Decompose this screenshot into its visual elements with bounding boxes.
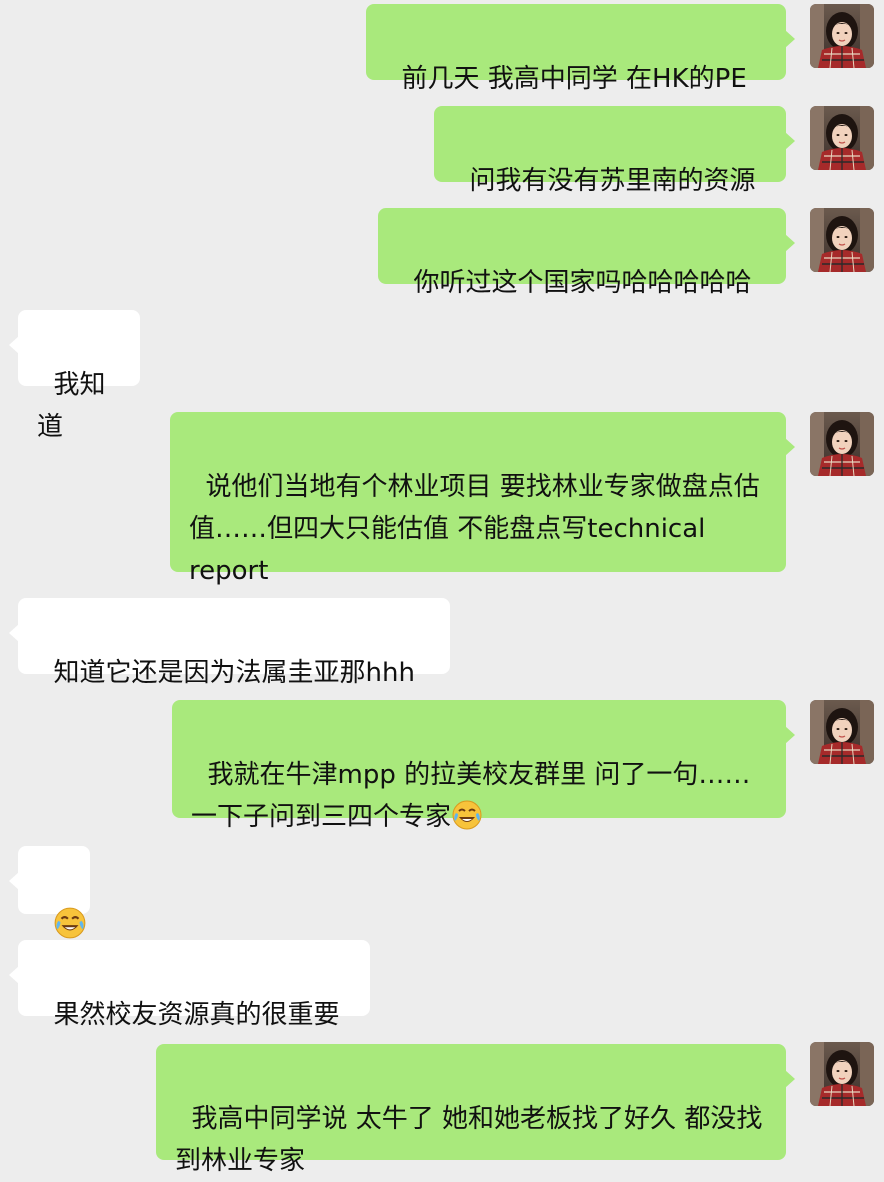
message-text: 你听过这个国家吗哈哈哈哈哈 <box>413 268 752 298</box>
incoming-message-bubble[interactable] <box>9 846 90 939</box>
message-text: 前几天 我高中同学 在HK的PE <box>401 64 747 94</box>
incoming-message-bubble[interactable]: 果然校友资源真的很重要 <box>9 940 370 1030</box>
message-text: 果然校友资源真的很重要 <box>53 1000 340 1030</box>
outgoing-message-bubble[interactable]: 我高中同学说 太牛了 她和她老板找了好久 都没找到林业专家 <box>156 1044 795 1176</box>
incoming-message-bubble[interactable]: 我知道 <box>9 310 140 442</box>
message-text: 说他们当地有个林业项目 要找林业专家做盘点估值……但四大只能估值 不能盘点写te… <box>189 472 760 586</box>
message-text: 知道它还是因为法属圭亚那hhh <box>53 658 415 688</box>
user-avatar[interactable] <box>810 1042 874 1106</box>
laughing-crying-emoji <box>451 799 483 844</box>
outgoing-message-bubble[interactable]: 前几天 我高中同学 在HK的PE <box>366 4 795 94</box>
outgoing-message-bubble[interactable]: 你听过这个国家吗哈哈哈哈哈 <box>378 208 795 298</box>
user-avatar[interactable] <box>810 208 874 272</box>
outgoing-message-bubble[interactable]: 说他们当地有个林业项目 要找林业专家做盘点估值……但四大只能估值 不能盘点写te… <box>170 412 795 586</box>
user-avatar[interactable] <box>810 412 874 476</box>
outgoing-message-bubble[interactable]: 我就在牛津mpp 的拉美校友群里 问了一句……一下子问到三四个专家 <box>172 700 795 832</box>
user-avatar[interactable] <box>810 700 874 764</box>
message-text: 我高中同学说 太牛了 她和她老板找了好久 都没找到林业专家 <box>175 1104 763 1176</box>
outgoing-message-bubble[interactable]: 问我有没有苏里南的资源 <box>434 106 795 196</box>
user-avatar[interactable] <box>810 106 874 170</box>
user-avatar[interactable] <box>810 4 874 68</box>
message-text: 我知道 <box>37 370 106 442</box>
incoming-message-bubble[interactable]: 知道它还是因为法属圭亚那hhh <box>9 598 450 688</box>
message-text: 问我有没有苏里南的资源 <box>469 166 756 196</box>
